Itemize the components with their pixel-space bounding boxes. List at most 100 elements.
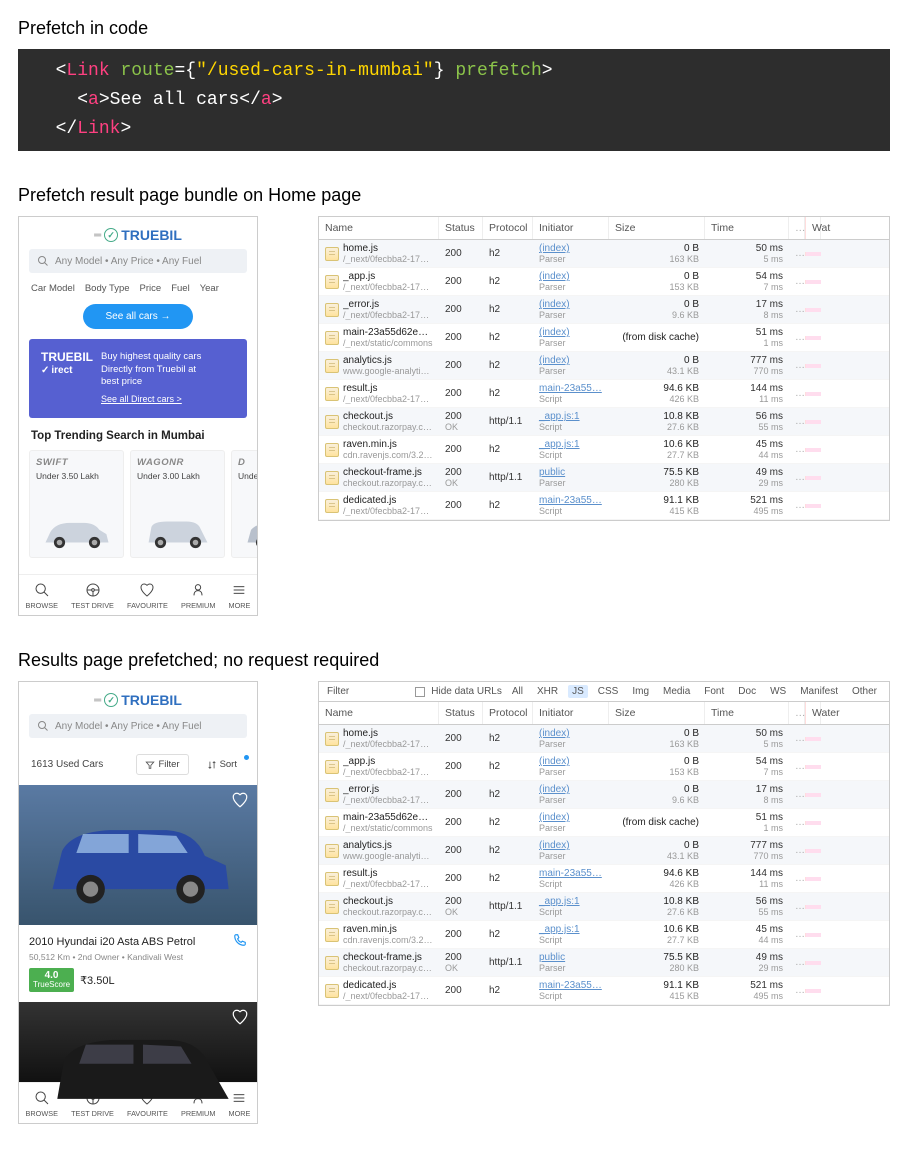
trending-card[interactable]: SWIFT Under 3.50 Lakh	[29, 450, 124, 558]
tab-testdrive[interactable]: TEST DRIVE	[71, 582, 114, 610]
chip-year[interactable]: Year	[200, 283, 219, 294]
col-name-header[interactable]: Name	[319, 702, 439, 724]
js-file-icon	[325, 415, 339, 429]
search-input[interactable]: Any Model • Any Price • Any Fuel	[29, 249, 247, 273]
net-row[interactable]: dedicated.js/_next/0fecbba2-1716-4… 200 …	[319, 977, 889, 1005]
filter-media[interactable]: Media	[659, 685, 694, 698]
brand-name: TRUEBIL	[121, 692, 182, 708]
chip-price[interactable]: Price	[140, 283, 162, 294]
col-initiator-header[interactable]: Initiator	[533, 702, 609, 724]
net-row[interactable]: analytics.jswww.google-analytics.c… 200 …	[319, 837, 889, 865]
favourite-button[interactable]	[231, 791, 249, 809]
promo-text-2: Directly from Truebil at	[101, 364, 201, 376]
net-row[interactable]: _error.js/_next/0fecbba2-1716-4… 200 h2 …	[319, 781, 889, 809]
promo-cta[interactable]: See all Direct cars >	[101, 394, 201, 406]
net-rows[interactable]: home.js/_next/0fecbba2-1716-4… 200 h2 (i…	[319, 725, 889, 1005]
net-row[interactable]: _app.js/_next/0fecbba2-1716-4… 200 h2 (i…	[319, 753, 889, 781]
tabbar: BROWSE TEST DRIVE FAVOURITE PREMIUM MORE	[19, 574, 257, 615]
js-file-icon	[325, 732, 339, 746]
filter-button[interactable]: Filter	[136, 754, 188, 775]
listing-card[interactable]	[19, 1002, 257, 1082]
listing-subtitle: 50,512 Km • 2nd Owner • Kandivali West	[29, 952, 247, 962]
trending-car-image	[137, 481, 218, 551]
logo-bar: ═ ✓ TRUEBIL	[19, 682, 257, 714]
filter-img[interactable]: Img	[628, 685, 653, 698]
heart-icon	[139, 582, 155, 598]
net-row[interactable]: main-23a55d62e85daea…/_next/static/commo…	[319, 324, 889, 352]
col-ellipsis-header[interactable]: …	[789, 217, 805, 239]
see-all-cars-button[interactable]: See all cars →	[83, 304, 192, 329]
hide-data-urls-checkbox[interactable]	[415, 687, 425, 697]
js-file-icon	[325, 387, 339, 401]
truescore-badge: 4.0TrueScore	[29, 968, 74, 992]
col-status-header[interactable]: Status	[439, 702, 483, 724]
net-row[interactable]: checkout.jscheckout.razorpay.com/v1 200O…	[319, 408, 889, 436]
net-row[interactable]: analytics.jswww.google-analytics.c… 200 …	[319, 352, 889, 380]
filter-all[interactable]: All	[508, 685, 527, 698]
tab-browse[interactable]: BROWSE	[26, 582, 58, 610]
logo-check-icon: ✓	[104, 228, 118, 242]
col-protocol-header[interactable]: Protocol	[483, 217, 533, 239]
filter-other[interactable]: Other	[848, 685, 881, 698]
trending-card[interactable]: D Unde	[231, 450, 257, 558]
trending-card[interactable]: WAGONR Under 3.00 Lakh	[130, 450, 225, 558]
chip-fuel[interactable]: Fuel	[171, 283, 189, 294]
col-status-header[interactable]: Status	[439, 217, 483, 239]
chip-body[interactable]: Body Type	[85, 283, 130, 294]
net-row[interactable]: result.js/_next/0fecbba2-1716-4… 200 h2 …	[319, 865, 889, 893]
col-waterfall-header[interactable]: Water	[805, 702, 821, 724]
phone-button[interactable]	[233, 933, 247, 950]
col-size-header[interactable]: Size	[609, 217, 705, 239]
net-row[interactable]: home.js/_next/0fecbba2-1716-4… 200 h2 (i…	[319, 725, 889, 753]
col-initiator-header[interactable]: Initiator	[533, 217, 609, 239]
col-time-header[interactable]: Time	[705, 702, 789, 724]
trending-title: Top Trending Search in Mumbai	[19, 430, 257, 450]
trending-row[interactable]: SWIFT Under 3.50 Lakh WAGONR Under 3.00 …	[19, 450, 257, 574]
filter-manifest[interactable]: Manifest	[796, 685, 842, 698]
filter-css[interactable]: CSS	[594, 685, 623, 698]
net-header[interactable]: Name Status Protocol Initiator Size Time…	[319, 217, 889, 240]
sort-button[interactable]: Sort	[199, 755, 245, 774]
net-row[interactable]: checkout.jscheckout.razorpay.com/v1 200O…	[319, 893, 889, 921]
net-row[interactable]: raven.min.jscdn.ravenjs.com/3.22.1 200 h…	[319, 436, 889, 464]
tab-favourite[interactable]: FAVOURITE	[127, 582, 168, 610]
col-size-header[interactable]: Size	[609, 702, 705, 724]
col-time-header[interactable]: Time	[705, 217, 789, 239]
promo-text-1: Buy highest quality cars	[101, 351, 201, 363]
net-row[interactable]: _app.js/_next/0fecbba2-1716-4… 200 h2 (i…	[319, 268, 889, 296]
search-input[interactable]: Any Model • Any Price • Any Fuel	[29, 714, 247, 738]
tab-premium[interactable]: PREMIUM	[181, 582, 215, 610]
listing-card[interactable]: 2010 Hyundai i20 Asta ABS Petrol 50,512 …	[19, 785, 257, 1002]
filter-ws[interactable]: WS	[766, 685, 790, 698]
net-row[interactable]: _error.js/_next/0fecbba2-1716-4… 200 h2 …	[319, 296, 889, 324]
logo: ═ ✓ TRUEBIL	[94, 692, 182, 708]
net-row[interactable]: raven.min.jscdn.ravenjs.com/3.22.1 200 h…	[319, 921, 889, 949]
trending-price: Under 3.00 Lakh	[137, 471, 218, 481]
net-row[interactable]: checkout-frame.jscheckout.razorpay.com/v…	[319, 949, 889, 977]
premium-icon	[190, 582, 206, 598]
filter-js[interactable]: JS	[568, 685, 588, 698]
menu-icon	[231, 1090, 247, 1106]
net-row[interactable]: checkout-frame.jscheckout.razorpay.com/v…	[319, 464, 889, 492]
filter-xhr[interactable]: XHR	[533, 685, 562, 698]
trending-car-image	[36, 481, 117, 551]
steering-icon	[85, 582, 101, 598]
col-waterfall-header[interactable]: Wat	[805, 217, 821, 239]
net-row[interactable]: home.js/_next/0fecbba2-1716-4… 200 h2 (i…	[319, 240, 889, 268]
col-ellipsis-header[interactable]: …	[789, 702, 805, 724]
col-name-header[interactable]: Name	[319, 217, 439, 239]
favourite-button[interactable]	[231, 1008, 249, 1026]
tab-more[interactable]: MORE	[229, 582, 251, 610]
filter-font[interactable]: Font	[700, 685, 728, 698]
col-protocol-header[interactable]: Protocol	[483, 702, 533, 724]
net-header[interactable]: Name Status Protocol Initiator Size Time…	[319, 702, 889, 725]
filter-doc[interactable]: Doc	[734, 685, 760, 698]
net-rows[interactable]: home.js/_next/0fecbba2-1716-4… 200 h2 (i…	[319, 240, 889, 520]
chip-model[interactable]: Car Model	[31, 283, 75, 294]
net-row[interactable]: main-23a55d62e85daea…/_next/static/commo…	[319, 809, 889, 837]
devtools-filter-bar[interactable]: Filter Hide data URLs All XHR JS CSS Img…	[319, 682, 889, 702]
net-row[interactable]: dedicated.js/_next/0fecbba2-1716-4… 200 …	[319, 492, 889, 520]
logo-wing-icon: ═	[94, 230, 101, 241]
net-row[interactable]: result.js/_next/0fecbba2-1716-4… 200 h2 …	[319, 380, 889, 408]
promo-card[interactable]: TRUEBIL ✓irect Buy highest quality cars …	[29, 339, 247, 418]
